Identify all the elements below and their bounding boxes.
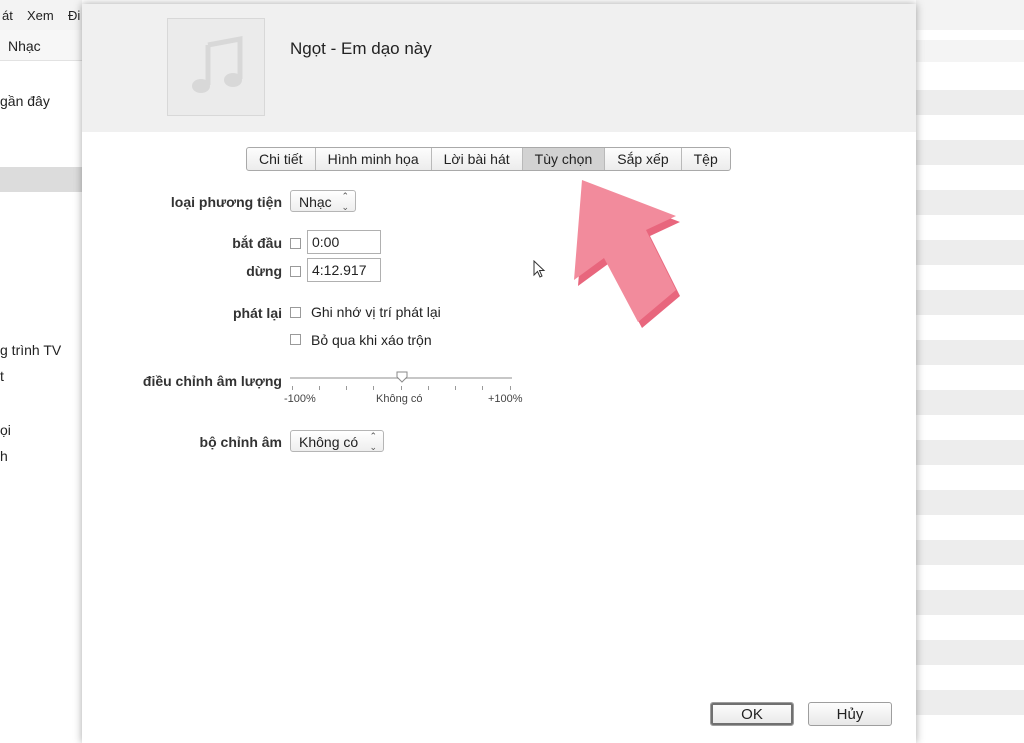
media-kind-select[interactable]: Nhạc ⌃ ⌄ [290, 190, 356, 212]
select-arrows-icon: ⌃ ⌄ [341, 191, 349, 212]
tab-file[interactable]: Tệp [682, 148, 730, 170]
cancel-button[interactable]: Hủy [808, 702, 892, 726]
menu-item[interactable]: át [2, 8, 13, 23]
background-app-left: át Xem Đi Nhạc gần đây g trình TV t ọi h [0, 0, 82, 743]
tab-bar: Chi tiết Hình minh họa Lời bài hát Tùy c… [246, 147, 731, 171]
ok-button[interactable]: OK [710, 702, 794, 726]
media-kind-label: loại phương tiện [170, 194, 282, 210]
volume-slider-thumb[interactable] [396, 371, 408, 383]
select-arrows-icon: ⌃ ⌄ [369, 431, 377, 452]
tab-lyrics[interactable]: Lời bài hát [432, 148, 523, 170]
start-time-field[interactable]: 0:00 [307, 230, 381, 254]
sidebar-item-recent[interactable]: gần đây [0, 93, 50, 109]
mouse-cursor-icon [533, 260, 546, 278]
media-kind-value: Nhạc [299, 194, 332, 210]
start-label: bắt đầu [232, 235, 282, 251]
stop-checkbox[interactable] [290, 266, 301, 277]
remember-position-checkbox[interactable] [290, 307, 301, 318]
tab-details[interactable]: Chi tiết [247, 148, 316, 170]
background-list [916, 0, 1024, 743]
sidebar-item-tv[interactable]: g trình TV [0, 342, 61, 358]
tab-artwork[interactable]: Hình minh họa [316, 148, 432, 170]
menu-item-view[interactable]: Xem [27, 8, 54, 23]
skip-shuffle-checkbox[interactable] [290, 334, 301, 345]
menu-item-go[interactable]: Đi [68, 8, 80, 23]
music-note-icon [192, 35, 243, 93]
pink-pointer-arrow-icon [574, 180, 680, 328]
playback-label: phát lại [232, 305, 282, 321]
stop-label: dừng [246, 263, 282, 279]
volume-label: điều chỉnh âm lượng [142, 373, 282, 389]
start-checkbox[interactable] [290, 238, 301, 249]
equalizer-value: Không có [299, 434, 359, 450]
skip-shuffle-label[interactable]: Bỏ qua khi xáo trộn [311, 332, 432, 348]
music-tab[interactable]: Nhạc [8, 38, 41, 54]
volume-mid-label: Không có [376, 393, 423, 405]
sidebar-item[interactable]: t [0, 368, 4, 384]
tab-options[interactable]: Tùy chọn [522, 148, 606, 170]
sidebar-item[interactable]: ọi [0, 422, 11, 438]
equalizer-select[interactable]: Không có ⌃ ⌄ [290, 430, 384, 452]
album-artwork[interactable] [167, 18, 265, 116]
sidebar-item[interactable]: h [0, 448, 8, 464]
song-info-dialog: Ngọt - Em dạo này Chi tiết Hình minh họa… [82, 4, 916, 743]
equalizer-label: bộ chỉnh âm [199, 434, 282, 450]
remember-position-label[interactable]: Ghi nhớ vị trí phát lại [311, 304, 441, 320]
volume-max-label: +100% [488, 393, 523, 405]
tab-sorting[interactable]: Sắp xếp [605, 148, 682, 170]
stop-time-field[interactable]: 4:12.917 [307, 258, 381, 282]
volume-min-label: -100% [284, 393, 316, 405]
song-title: Ngọt - Em dạo này [290, 39, 432, 58]
sidebar-selected-row[interactable] [0, 167, 82, 192]
